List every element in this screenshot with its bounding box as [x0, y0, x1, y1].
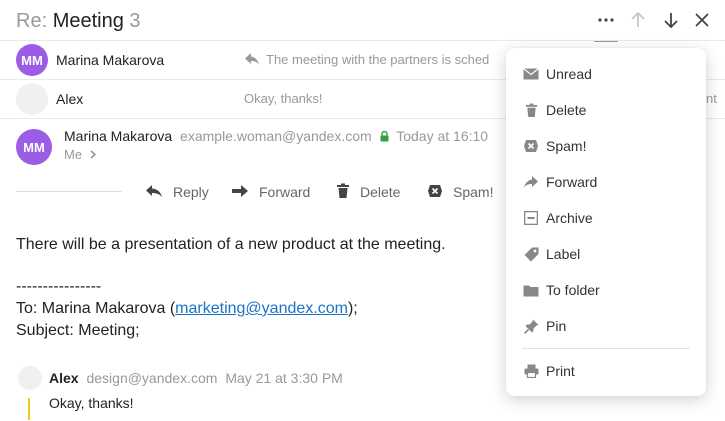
subject-text: Meeting	[52, 10, 124, 32]
sender-email[interactable]: example.woman@yandex.com	[180, 128, 372, 144]
envelope-icon	[522, 65, 540, 83]
lock-icon	[380, 128, 389, 146]
menu-item-delete[interactable]: Delete	[506, 92, 706, 128]
menu-label: To folder	[546, 282, 600, 298]
avatar: MM	[16, 44, 48, 76]
menu-item-spam[interactable]: Spam!	[506, 128, 706, 164]
to-suffix: );	[347, 300, 358, 317]
message-count: 3	[129, 10, 141, 32]
menu-label: Pin	[546, 318, 567, 334]
thread-sender: Marina Makarova	[56, 52, 165, 68]
recipient-toggle[interactable]: Me	[64, 146, 96, 164]
tag-icon	[522, 245, 540, 263]
sender-line: Marina Makarova example.woman@yandex.com…	[64, 127, 488, 146]
forward-label: Forward	[259, 184, 311, 200]
to-prefix: To: Marina Makarova (	[16, 300, 176, 317]
menu-item-pin[interactable]: Pin	[506, 308, 706, 344]
body-paragraph: There will be a presentation of a new pr…	[16, 236, 446, 253]
spam-label: Spam!	[453, 184, 494, 200]
toolbar-divider	[16, 191, 122, 192]
forward-icon	[231, 184, 249, 201]
spam-icon	[522, 137, 540, 155]
more-icon[interactable]	[594, 8, 618, 32]
menu-item-archive[interactable]: Archive	[506, 200, 706, 236]
body-to-line: To: Marina Makarova (marketing@yandex.co…	[16, 298, 358, 320]
trash-icon	[336, 183, 350, 202]
reply-button[interactable]: Reply	[145, 182, 209, 202]
delete-label: Delete	[360, 184, 401, 200]
menu-label: Archive	[546, 210, 593, 226]
spam-button[interactable]: Spam!	[427, 182, 493, 202]
menu-label: Print	[546, 363, 575, 379]
reply-icon	[244, 52, 260, 71]
close-icon[interactable]	[690, 8, 714, 32]
menu-label: Unread	[546, 66, 592, 82]
menu-item-forward[interactable]: Forward	[506, 164, 706, 200]
thread-sender: Alex	[56, 91, 84, 107]
quote-text: Okay, thanks!	[49, 395, 134, 411]
sender-name[interactable]: Marina Makarova	[64, 128, 172, 144]
reply-prefix: Re:	[16, 10, 48, 32]
menu-divider	[522, 348, 690, 349]
printer-icon	[522, 362, 540, 380]
body-divider: ----------------	[16, 278, 102, 295]
body-subject-line: Subject: Meeting;	[16, 322, 140, 339]
menu-label: Label	[546, 246, 581, 262]
menu-item-unread[interactable]: Unread	[506, 56, 706, 92]
quote-header: Alex design@yandex.com May 21 at 3:30 PM	[49, 369, 343, 387]
quote-avatar	[18, 366, 42, 390]
menu-label: Delete	[546, 102, 587, 118]
arrow-down-icon[interactable]	[659, 8, 683, 32]
message-time: Today at 16:10	[396, 128, 489, 144]
forward-icon	[522, 173, 540, 191]
menu-item-print[interactable]: Print	[506, 353, 706, 389]
email-link[interactable]: marketing@yandex.com	[175, 300, 348, 317]
arrow-up-icon[interactable]	[626, 8, 650, 32]
sender-avatar: MM	[16, 129, 52, 165]
quote-date: May 21 at 3:30 PM	[225, 370, 343, 386]
menu-label: Forward	[546, 174, 598, 190]
thread-right-fragment: nt	[706, 91, 717, 106]
thread-snippet: Okay, thanks!	[244, 91, 323, 106]
reply-icon	[145, 184, 163, 201]
page-title: Re: Meeting 3	[16, 9, 141, 33]
archive-icon	[522, 209, 540, 227]
trash-icon	[522, 101, 540, 119]
menu-item-to-folder[interactable]: To folder	[506, 272, 706, 308]
avatar	[16, 83, 48, 115]
spam-icon	[427, 184, 443, 201]
menu-label: Spam!	[546, 138, 587, 154]
more-menu: Unread Delete Spam! Forward Archive Labe…	[506, 48, 706, 396]
reply-label: Reply	[173, 184, 209, 200]
pin-icon	[522, 317, 540, 335]
forward-button[interactable]: Forward	[231, 182, 310, 202]
quote-sender: Alex	[49, 370, 79, 386]
recipient: Me	[64, 147, 83, 162]
quote-email: design@yandex.com	[86, 370, 218, 386]
quote-bar	[28, 398, 30, 420]
chevron-right-icon	[90, 146, 96, 164]
folder-icon	[522, 281, 540, 299]
delete-button[interactable]: Delete	[336, 182, 400, 202]
thread-snippet: The meeting with the partners is sched	[266, 52, 490, 67]
menu-item-label[interactable]: Label	[506, 236, 706, 272]
